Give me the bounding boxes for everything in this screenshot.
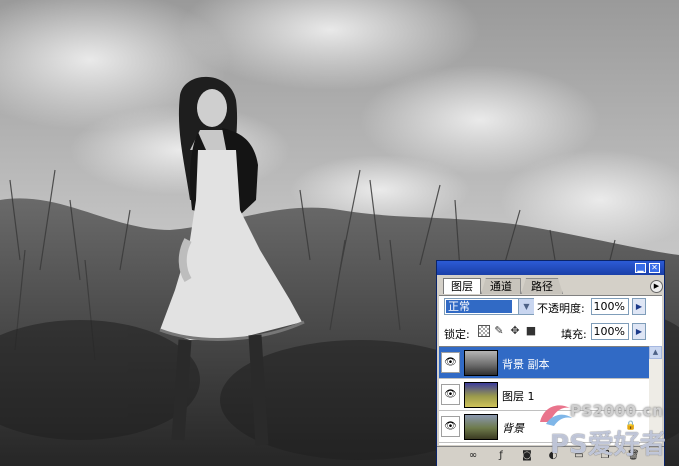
layer-style-icon[interactable]: ƒ (495, 450, 507, 462)
lock-all-icon[interactable]: ■ (525, 325, 537, 337)
watermark-site: PS2000.cn (570, 402, 664, 420)
layer-thumbnail (464, 414, 498, 440)
layer-thumbnail (464, 350, 498, 376)
eye-icon[interactable]: 👁 (441, 384, 460, 405)
fill-label: 填充: (561, 328, 587, 341)
tab-channels[interactable]: 通道 (481, 278, 521, 294)
layer-options: 正常 ▼ 不透明度: 100% ▶ 锁定: ✎ ✥ ■ 填充: 100% ▶ (439, 295, 662, 346)
opacity-input[interactable]: 100% (591, 298, 629, 315)
opacity-label: 不透明度: (537, 302, 585, 315)
tab-paths[interactable]: 路径 (521, 278, 563, 294)
lock-label: 锁定: (444, 328, 470, 341)
watermark-brand: PS爱好者 (550, 430, 666, 460)
scroll-up-icon[interactable]: ▲ (649, 346, 662, 359)
panel-titlebar[interactable]: ▁ ✕ (437, 261, 664, 275)
fill-input[interactable]: 100% (591, 323, 629, 340)
chevron-down-icon[interactable]: ▼ (518, 299, 534, 314)
lock-transparent-pixels-icon[interactable] (478, 325, 490, 337)
layer-row-background-copy[interactable]: 👁 背景 副本 (439, 347, 649, 379)
link-layers-icon[interactable]: ∞ (467, 450, 479, 462)
panel-tabs: 图层 通道 路径 ▶ (437, 275, 664, 295)
blend-mode-select[interactable]: 正常 ▼ (444, 298, 534, 315)
lock-image-pixels-brush-icon[interactable]: ✎ (493, 325, 505, 337)
layer-name: 背景 (502, 422, 524, 435)
tab-layers[interactable]: 图层 (443, 278, 481, 294)
opacity-slider-arrow-icon[interactable]: ▶ (632, 298, 646, 315)
minimize-icon[interactable]: ▁ (635, 263, 646, 273)
blend-mode-value: 正常 (446, 300, 512, 313)
layer-thumbnail (464, 382, 498, 408)
fill-slider-arrow-icon[interactable]: ▶ (632, 323, 646, 340)
layer-name: 背景 副本 (502, 358, 550, 371)
close-icon[interactable]: ✕ (649, 263, 660, 273)
watermark: PS2000.cn PS爱好者 (530, 396, 679, 466)
eye-icon[interactable]: 👁 (441, 416, 460, 437)
panel-menu-icon[interactable]: ▶ (650, 280, 663, 293)
lock-position-move-icon[interactable]: ✥ (509, 325, 521, 337)
eye-icon[interactable]: 👁 (441, 352, 460, 373)
